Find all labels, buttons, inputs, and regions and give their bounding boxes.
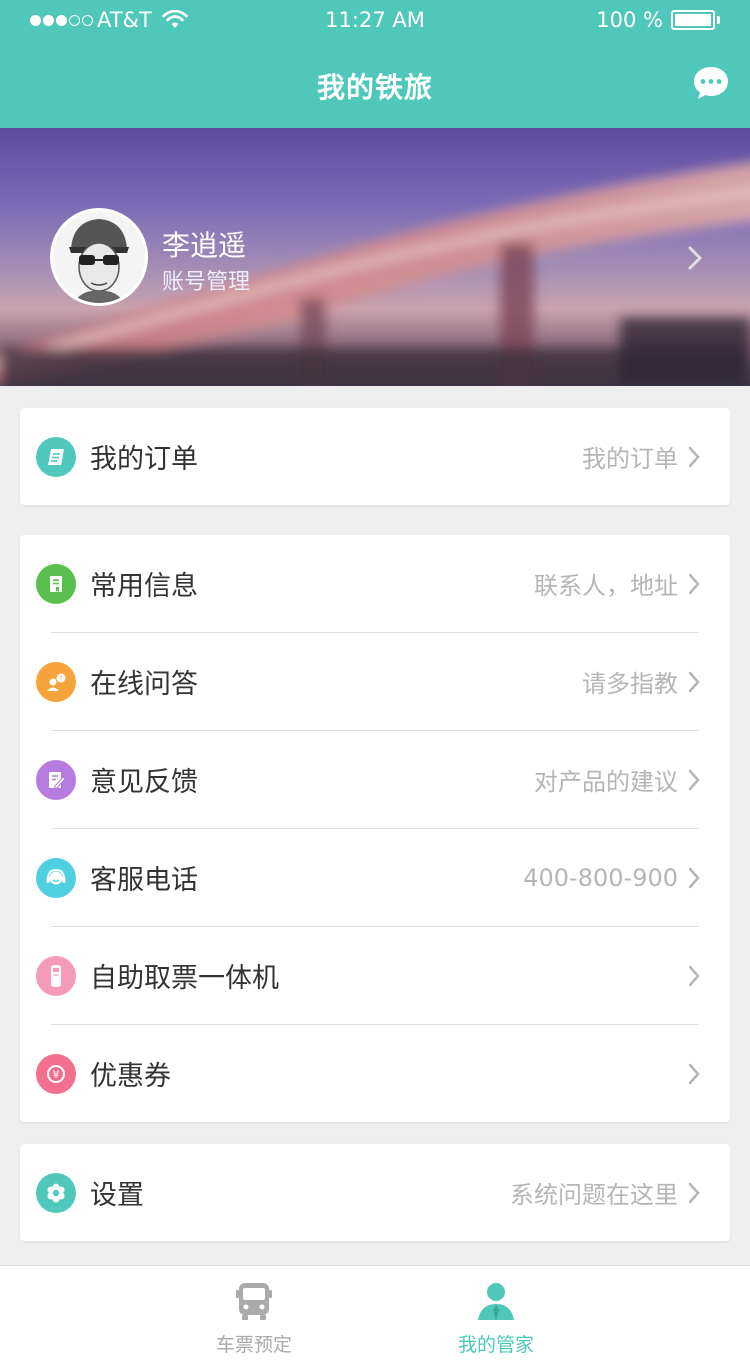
user-icon — [478, 1283, 514, 1320]
avatar[interactable] — [50, 208, 148, 306]
chevron-right-icon — [688, 573, 700, 594]
chevron-right-icon — [688, 1063, 700, 1084]
navigation-bar: AT&T 11:27 AM 100 % 我的铁旅 — [0, 0, 750, 128]
chevron-right-icon — [688, 965, 700, 986]
list-item-my-orders[interactable]: 我的订单 我的订单 — [20, 408, 730, 505]
list-item-label: 自助取票一体机 — [90, 963, 279, 994]
svg-text:?: ? — [59, 674, 63, 682]
list-item-label: 常用信息 — [90, 571, 198, 602]
battery-icon — [671, 10, 715, 30]
list-item-settings[interactable]: 设置 系统问题在这里 — [20, 1144, 730, 1241]
avatar-image — [53, 211, 145, 303]
profile-name: 李逍遥 — [162, 229, 247, 262]
list-item-coupon[interactable]: ¥ 优惠券 — [20, 1025, 730, 1122]
tab-label: 我的管家 — [457, 1334, 534, 1356]
message-icon[interactable] — [692, 64, 730, 102]
list-item-feedback[interactable]: 意见反馈 对产品的建议 — [20, 731, 730, 828]
settings-card: 设置 系统问题在这里 — [20, 1144, 730, 1241]
list-item-value: 系统问题在这里 — [510, 1181, 678, 1209]
list-item-value: 我的订单 — [582, 445, 678, 473]
chevron-right-icon — [688, 671, 700, 692]
feedback-icon — [36, 759, 76, 800]
gear-icon — [36, 1172, 76, 1213]
coupon-icon: ¥ — [36, 1053, 76, 1094]
tab-my-butler[interactable]: 我的管家 — [396, 1280, 596, 1357]
list-item-label: 优惠券 — [90, 1061, 171, 1092]
chevron-right-icon — [688, 769, 700, 790]
battery-indicator: 100 % — [596, 8, 720, 32]
list-item-service-phone[interactable]: 客服电话 400-800-900 — [20, 829, 730, 926]
tab-bar: 车票预定 我的管家 — [0, 1265, 750, 1364]
svg-text:¥: ¥ — [53, 1068, 60, 1081]
account-management-link[interactable]: 账号管理 — [162, 264, 250, 296]
page-title: 我的铁旅 — [316, 71, 433, 104]
headset-icon — [36, 857, 76, 898]
profile-header[interactable]: 李逍遥 账号管理 — [0, 128, 750, 386]
list-item-label: 在线问答 — [90, 669, 198, 700]
bus-icon — [236, 1283, 272, 1320]
list-item-value: 联系人，地址 — [534, 572, 678, 600]
ticket-machine-icon — [36, 955, 76, 996]
list-item-value: 请多指教 — [582, 670, 678, 698]
list-item-online-qa[interactable]: ? 在线问答 请多指教 — [20, 633, 730, 730]
list-item-label: 设置 — [90, 1180, 144, 1211]
list-item-value: 400-800-900 — [523, 863, 678, 892]
chevron-right-icon — [688, 867, 700, 888]
order-icon — [36, 436, 76, 477]
list-item-label: 我的订单 — [90, 444, 198, 475]
tab-label: 车票预定 — [215, 1334, 292, 1356]
list-item-common-info[interactable]: 常用信息 联系人，地址 — [20, 535, 730, 632]
list-item-value: 对产品的建议 — [534, 768, 678, 796]
chevron-right-icon — [688, 1182, 700, 1203]
qa-icon: ? — [36, 661, 76, 702]
info-icon — [36, 563, 76, 604]
chevron-right-icon — [688, 446, 700, 467]
status-bar: AT&T 11:27 AM 100 % — [0, 6, 750, 36]
list-item-label: 意见反馈 — [90, 767, 198, 798]
list-item-label: 客服电话 — [90, 865, 198, 896]
battery-percent: 100 % — [596, 8, 663, 32]
chevron-right-icon — [688, 246, 702, 270]
list-item-ticket-machine[interactable]: 自助取票一体机 — [20, 927, 730, 1024]
menu-card: 常用信息 联系人，地址 ? 在线问答 请多指教 意见反馈 对产品的建议 客服电话… — [20, 535, 730, 1122]
tab-ticket-booking[interactable]: 车票预定 — [154, 1280, 354, 1357]
orders-card: 我的订单 我的订单 — [20, 408, 730, 505]
